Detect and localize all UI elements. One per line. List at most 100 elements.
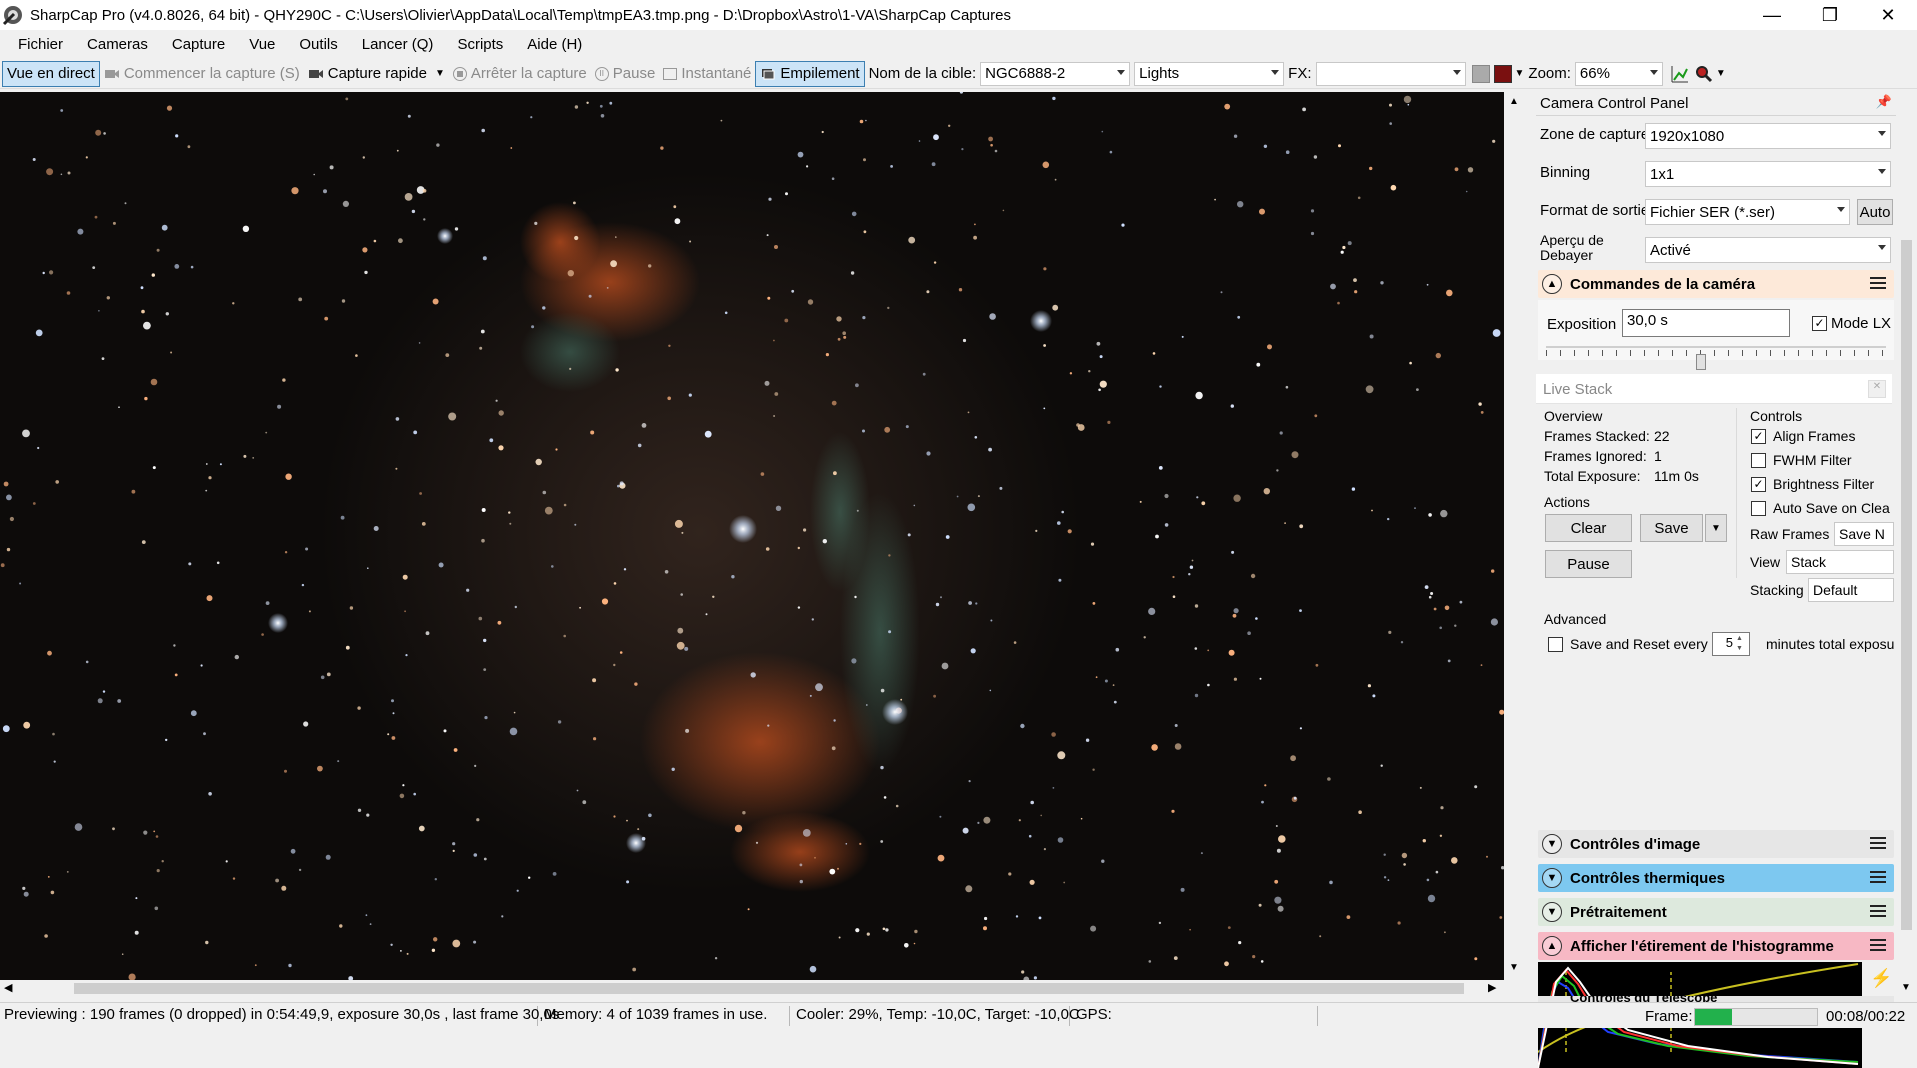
lx-mode-checkbox[interactable]: ✓ bbox=[1812, 316, 1827, 331]
star bbox=[35, 329, 43, 337]
star bbox=[205, 940, 209, 945]
exposure-input[interactable]: 30,0 s bbox=[1622, 309, 1790, 337]
auto-save-checkbox[interactable] bbox=[1751, 501, 1766, 516]
star bbox=[1277, 905, 1284, 912]
save-reset-checkbox[interactable] bbox=[1548, 637, 1563, 652]
hamburger-menu-icon[interactable] bbox=[1870, 837, 1886, 849]
output-format-combo[interactable]: Fichier SER (*.ser) bbox=[1645, 199, 1850, 225]
pause-button[interactable]: II Pause bbox=[591, 61, 660, 87]
histogram-icon[interactable] bbox=[1671, 65, 1689, 83]
scroll-up-icon[interactable]: ▲ bbox=[1509, 96, 1519, 107]
minimize-button[interactable]: — bbox=[1743, 0, 1801, 30]
stop-capture-button[interactable]: Arrêter la capture bbox=[449, 61, 591, 87]
stacking-button[interactable]: Empilement bbox=[755, 60, 865, 87]
lightning-icon[interactable]: ⚡ bbox=[1870, 968, 1892, 989]
hamburger-menu-icon[interactable] bbox=[1870, 871, 1886, 883]
live-stack-title: Live Stack bbox=[1543, 381, 1613, 398]
scroll-down-icon[interactable]: ▼ bbox=[1901, 982, 1911, 993]
capture-area-combo[interactable]: 1920x1080 bbox=[1645, 123, 1891, 149]
menu-aide[interactable]: Aide (H) bbox=[515, 36, 594, 53]
hamburger-menu-icon[interactable] bbox=[1870, 277, 1886, 289]
star bbox=[101, 357, 105, 360]
pin-icon[interactable]: 📌 bbox=[1876, 94, 1892, 110]
menu-scripts[interactable]: Scripts bbox=[445, 36, 515, 53]
star bbox=[161, 224, 168, 231]
total-exposure-label: Total Exposure: bbox=[1544, 468, 1641, 484]
star bbox=[1051, 732, 1056, 737]
zoom-tool-icon[interactable] bbox=[1695, 65, 1713, 83]
menu-vue[interactable]: Vue bbox=[237, 36, 287, 53]
debayer-combo[interactable]: Activé bbox=[1645, 237, 1891, 263]
brightness-filter-checkbox[interactable]: ✓ bbox=[1751, 477, 1766, 492]
star bbox=[22, 429, 30, 438]
hamburger-menu-icon[interactable] bbox=[1870, 905, 1886, 917]
display-mode-icon[interactable] bbox=[1471, 64, 1490, 83]
menu-outils[interactable]: Outils bbox=[287, 36, 349, 53]
scrollbar-thumb[interactable] bbox=[74, 983, 1464, 994]
target-name-combo[interactable]: NGC6888-2 bbox=[980, 61, 1131, 86]
save-reset-minutes-input[interactable]: 5 bbox=[1712, 632, 1750, 656]
scroll-right-icon[interactable]: ▶ bbox=[1488, 981, 1496, 994]
start-capture-button[interactable]: Commencer la capture (S) bbox=[100, 61, 304, 87]
star bbox=[1052, 96, 1056, 101]
star bbox=[208, 476, 212, 480]
auto-button[interactable]: Auto bbox=[1857, 199, 1893, 225]
exposure-slider-thumb[interactable] bbox=[1696, 354, 1706, 370]
expand-icon[interactable]: ▼ bbox=[1542, 834, 1562, 854]
scroll-left-icon[interactable]: ◀ bbox=[4, 981, 12, 994]
live-view-button[interactable]: Vue en direct bbox=[2, 60, 100, 87]
color-overlay-icon[interactable] bbox=[1493, 64, 1512, 83]
star bbox=[1188, 573, 1191, 576]
stacking-combo[interactable]: Default bbox=[1808, 578, 1894, 602]
collapse-icon[interactable]: ▲ bbox=[1542, 274, 1562, 294]
camera-controls-section-header[interactable]: ▲ Commandes de la caméra bbox=[1538, 270, 1894, 298]
pause-stack-button[interactable]: Pause bbox=[1545, 550, 1632, 578]
raw-frames-combo[interactable]: Save N bbox=[1834, 522, 1894, 546]
star bbox=[1232, 613, 1237, 618]
scroll-down-icon[interactable]: ▼ bbox=[1509, 962, 1519, 973]
snapshot-button[interactable]: Instantané bbox=[659, 61, 755, 87]
binning-combo[interactable]: 1x1 bbox=[1645, 161, 1891, 187]
panel-scrollbar[interactable]: ▼ bbox=[1898, 116, 1915, 1002]
chevron-down-icon[interactable]: ▼ bbox=[1716, 68, 1726, 79]
view-combo[interactable]: Stack bbox=[1786, 550, 1894, 574]
star bbox=[977, 821, 980, 825]
exposure-slider-track[interactable] bbox=[1546, 346, 1886, 348]
quick-capture-button[interactable]: Capture rapide ▼ bbox=[304, 61, 449, 87]
horizontal-scrollbar[interactable]: ◀ ▶ bbox=[0, 980, 1504, 997]
image-viewer[interactable] bbox=[0, 92, 1504, 980]
hamburger-menu-icon[interactable] bbox=[1870, 939, 1886, 951]
fx-combo[interactable] bbox=[1315, 61, 1466, 86]
star bbox=[399, 793, 405, 799]
menu-fichier[interactable]: Fichier bbox=[0, 36, 75, 53]
image-controls-section-header[interactable]: ▼ Contrôles d'image bbox=[1538, 830, 1894, 858]
chevron-down-icon[interactable]: ▼ bbox=[1515, 68, 1525, 79]
preprocessing-section-header[interactable]: ▼ Prétraitement bbox=[1538, 898, 1894, 926]
clear-button[interactable]: Clear bbox=[1545, 514, 1632, 542]
collapse-icon[interactable]: ▲ bbox=[1542, 936, 1562, 956]
close-button[interactable]: ✕ bbox=[1859, 0, 1917, 30]
save-button[interactable]: Save bbox=[1640, 514, 1703, 542]
star bbox=[1263, 488, 1271, 495]
expand-icon[interactable]: ▼ bbox=[1542, 868, 1562, 888]
histogram-section-header[interactable]: ▲ Afficher l'étirement de l'histogramme bbox=[1538, 932, 1894, 960]
menu-lancer[interactable]: Lancer (Q) bbox=[350, 36, 446, 53]
frame-type-combo[interactable]: Lights bbox=[1134, 61, 1285, 86]
restore-button[interactable]: ❐ bbox=[1801, 0, 1859, 30]
spinner-icon[interactable]: ▲ ▼ bbox=[1736, 634, 1743, 654]
align-frames-checkbox[interactable]: ✓ bbox=[1751, 429, 1766, 444]
expand-icon[interactable]: ▼ bbox=[1542, 902, 1562, 922]
menu-capture[interactable]: Capture bbox=[160, 36, 237, 53]
zoom-combo[interactable]: 66% bbox=[1574, 61, 1663, 86]
menu-cameras[interactable]: Cameras bbox=[75, 36, 160, 53]
thermal-controls-section-header[interactable]: ▼ Contrôles thermiques bbox=[1538, 864, 1894, 892]
save-options-dropdown[interactable]: ▼ bbox=[1705, 514, 1727, 542]
close-icon[interactable]: ✕ bbox=[1868, 380, 1886, 398]
star bbox=[345, 645, 350, 650]
panel-scrollbar-thumb[interactable] bbox=[1901, 240, 1912, 930]
vertical-scrollbar[interactable]: ▲ ▼ bbox=[1506, 92, 1523, 980]
star bbox=[958, 288, 963, 292]
fwhm-filter-checkbox[interactable] bbox=[1751, 453, 1766, 468]
stacking-value: Default bbox=[1813, 582, 1858, 598]
chevron-down-icon[interactable]: ▼ bbox=[435, 68, 445, 79]
